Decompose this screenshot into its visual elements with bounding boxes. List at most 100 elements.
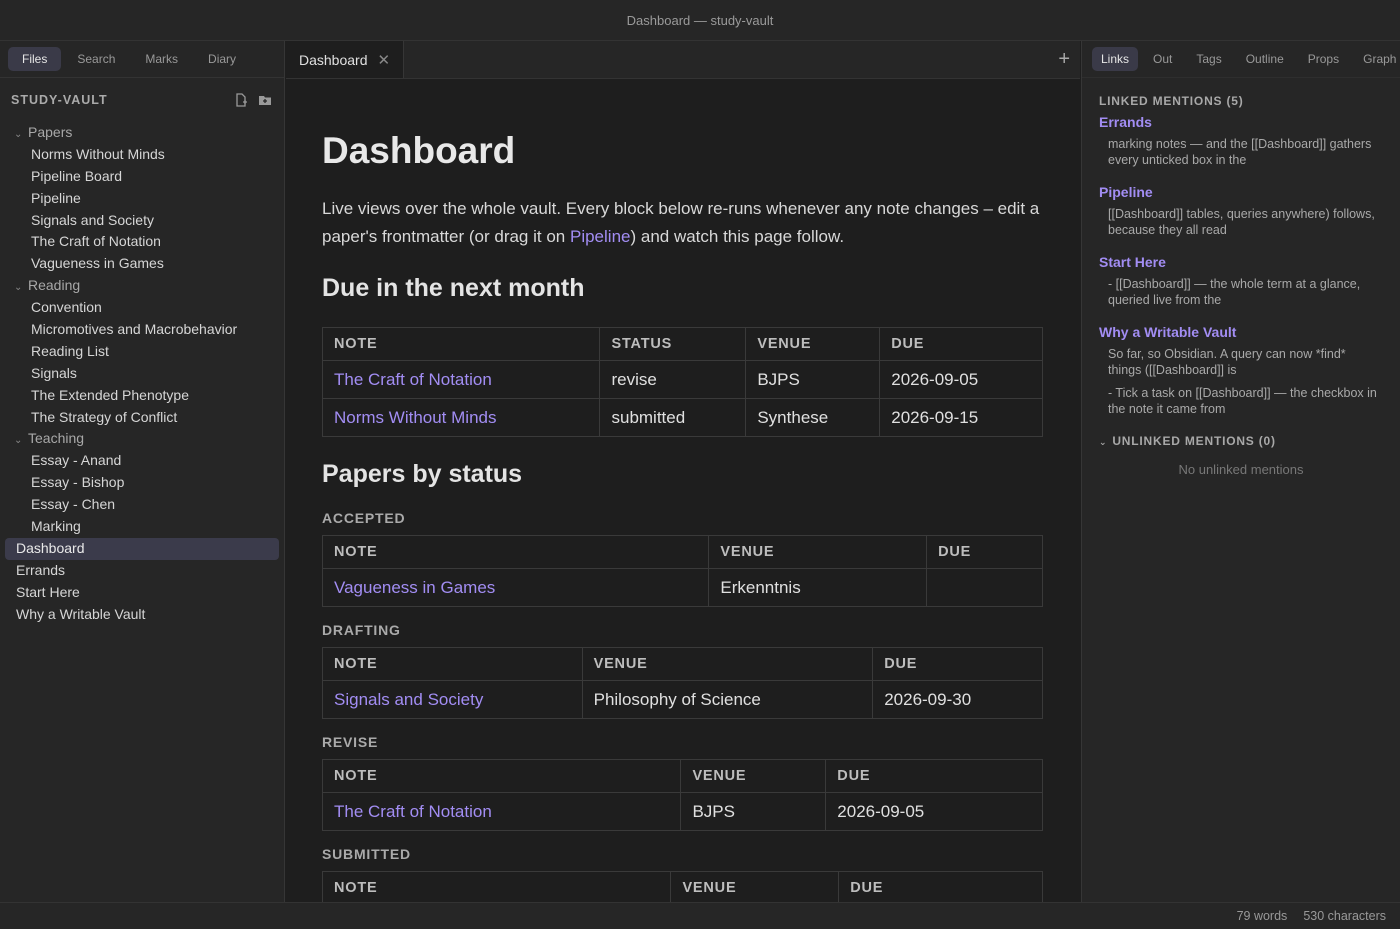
tree-file[interactable]: Errands: [0, 560, 284, 582]
tree-file[interactable]: Marking: [0, 516, 284, 538]
mention-snippet[interactable]: [[Dashboard]] tables, queries anywhere) …: [1099, 207, 1379, 238]
status-bar: 79 words 530 characters: [0, 902, 1400, 929]
table-header-row: NOTE VENUE DUE: [321, 535, 1043, 569]
pipeline-link[interactable]: Pipeline: [570, 227, 631, 246]
mention-snippet[interactable]: - [[Dashboard]] — the whole term at a gl…: [1099, 277, 1379, 308]
tree-item-label: Signals and Society: [31, 211, 154, 228]
column-header: NOTE: [321, 535, 710, 569]
tree-folder[interactable]: ⌄ Papers: [0, 122, 284, 144]
tree-item-label: Essay - Chen: [31, 496, 116, 513]
note-link[interactable]: Signals and Society: [322, 680, 583, 719]
tree-item-label: Teaching: [28, 430, 85, 447]
mention-item: Errands marking notes — and the [[Dashboa…: [1082, 114, 1400, 168]
char-count: 530 characters: [1303, 909, 1386, 923]
mention-title-link[interactable]: Pipeline: [1099, 184, 1400, 200]
mention-snippet[interactable]: marking notes — and the [[Dashboard]] ga…: [1099, 137, 1379, 168]
tab-marks[interactable]: Marks: [131, 47, 192, 71]
tree-file[interactable]: Start Here: [0, 582, 284, 604]
tree-file[interactable]: Reading List: [0, 341, 284, 363]
note-link[interactable]: Norms Without Minds: [321, 398, 601, 437]
table-cell: 2026-09-05: [825, 792, 1043, 831]
word-count: 79 words: [1236, 909, 1288, 923]
tree-item-label: Vagueness in Games: [31, 255, 164, 272]
tree-file[interactable]: Pipeline: [0, 188, 284, 210]
editor-pane: Dashboard ✕ + Dashboard Live views over …: [286, 41, 1080, 902]
mention-title-link[interactable]: Start Here: [1099, 254, 1400, 270]
tab-diary[interactable]: Diary: [194, 47, 250, 71]
note-link[interactable]: The Craft of Notation: [321, 360, 601, 399]
column-header: VENUE: [745, 327, 881, 361]
tab-outline[interactable]: Outline: [1237, 47, 1293, 71]
tree-file[interactable]: Why a Writable Vault: [0, 604, 284, 626]
tree-file[interactable]: Micromotives and Macrobehavior: [0, 319, 284, 341]
tree-item-label: Why a Writable Vault: [16, 605, 146, 622]
tab-dashboard[interactable]: Dashboard ✕: [286, 41, 404, 78]
chevron-down-icon: ⌄: [14, 129, 23, 140]
chevron-down-icon: ⌄: [14, 435, 23, 447]
tab-props[interactable]: Props: [1299, 47, 1348, 71]
tree-file[interactable]: The Extended Phenotype: [0, 385, 284, 407]
tree-item-label: Essay - Bishop: [31, 474, 125, 491]
tab-files[interactable]: Files: [8, 47, 62, 71]
column-header: VENUE: [680, 759, 827, 793]
column-header: DUE: [926, 535, 1043, 569]
left-sidebar: Files Search Marks Diary STUDY-VAULT ⌄ Pa…: [0, 41, 285, 902]
tree-file[interactable]: The Strategy of Conflict: [0, 407, 284, 429]
tree-file[interactable]: Signals and Society: [0, 210, 284, 232]
table-cell: Erkenntnis: [708, 568, 928, 607]
column-header: NOTE: [321, 759, 682, 793]
table-row: Vagueness in Games Erkenntnis: [321, 568, 1043, 607]
column-header: NOTE: [321, 327, 601, 361]
tree-file[interactable]: Vagueness in Games: [0, 253, 284, 275]
new-tab-icon[interactable]: +: [1058, 49, 1070, 69]
close-tab-icon[interactable]: ✕: [378, 51, 391, 69]
tree-item-label: Signals: [31, 364, 77, 381]
mention-item: Pipeline [[Dashboard]] tables, queries an…: [1082, 184, 1400, 238]
table-header-row: NOTE VENUE DUE: [322, 647, 1043, 681]
tab-tags[interactable]: Tags: [1187, 47, 1230, 71]
tree-item-label: Pipeline Board: [31, 167, 123, 184]
status-group-table: NOTE VENUE DUE The Craft of Notation BJPS 202…: [321, 759, 1043, 831]
tab-graph[interactable]: Graph: [1354, 47, 1400, 71]
tree-item-label: Reading: [28, 277, 81, 294]
tree-file[interactable]: Essay - Chen: [0, 494, 284, 516]
mentions-list: Errands marking notes — and the [[Dashboa…: [1082, 114, 1400, 417]
table-cell: [926, 568, 1043, 607]
tree-folder[interactable]: ⌄ Reading: [0, 275, 284, 297]
table-row: The Craft of Notation BJPS 2026-09-05: [321, 792, 1043, 831]
mention-title-link[interactable]: Errands: [1099, 114, 1400, 130]
note-link[interactable]: Vagueness in Games: [321, 568, 710, 607]
mention-snippet[interactable]: So far, so Obsidian. A query can now *fi…: [1099, 347, 1379, 378]
tree-file[interactable]: Essay - Bishop: [0, 472, 284, 494]
tab-out[interactable]: Out: [1144, 47, 1181, 71]
tab-search[interactable]: Search: [63, 47, 129, 71]
tree-file[interactable]: Essay - Anand: [0, 450, 284, 472]
chevron-down-icon: ⌄: [1099, 437, 1108, 447]
right-sidebar: Links Out Tags Outline Props Graph LINKE…: [1081, 41, 1400, 902]
mention-title-link[interactable]: Why a Writable Vault: [1099, 324, 1400, 340]
tree-file[interactable]: Signals: [0, 363, 284, 385]
tree-item-label: Marking: [31, 518, 81, 535]
tree-file[interactable]: Pipeline Board: [0, 166, 284, 188]
column-header: NOTE: [322, 647, 583, 681]
vault-name: STUDY-VAULT: [11, 93, 108, 107]
new-folder-icon[interactable]: [258, 93, 272, 107]
mention-snippet[interactable]: - Tick a task on [[Dashboard]] — the che…: [1099, 386, 1379, 417]
status-group-label: REVISE: [322, 734, 379, 750]
tree-file[interactable]: The Craft of Notation: [0, 231, 284, 253]
new-note-icon[interactable]: [234, 93, 248, 107]
column-header: VENUE: [708, 535, 928, 569]
left-sidebar-tabs: Files Search Marks Diary: [0, 41, 284, 78]
table-row: The Craft of Notation revise BJPS 2026-09-0…: [321, 360, 1043, 399]
tree-file[interactable]: Norms Without Minds: [0, 144, 284, 166]
tree-file[interactable]: Convention: [0, 297, 284, 319]
window-titlebar: Dashboard — study-vault: [0, 0, 1400, 41]
note-link[interactable]: The Craft of Notation: [321, 792, 682, 831]
tree-file[interactable]: Dashboard: [5, 537, 279, 560]
tab-links[interactable]: Links: [1092, 47, 1139, 71]
unlinked-empty-text: No unlinked mentions: [1178, 462, 1304, 477]
unlinked-mentions-heading[interactable]: ⌄ UNLINKED MENTIONS (0): [1082, 434, 1400, 448]
tree-folder[interactable]: ⌄ Teaching: [0, 428, 284, 450]
tree-item-label: Start Here: [16, 583, 80, 600]
table-row: Signals and Society Philosophy of Science…: [322, 680, 1043, 719]
